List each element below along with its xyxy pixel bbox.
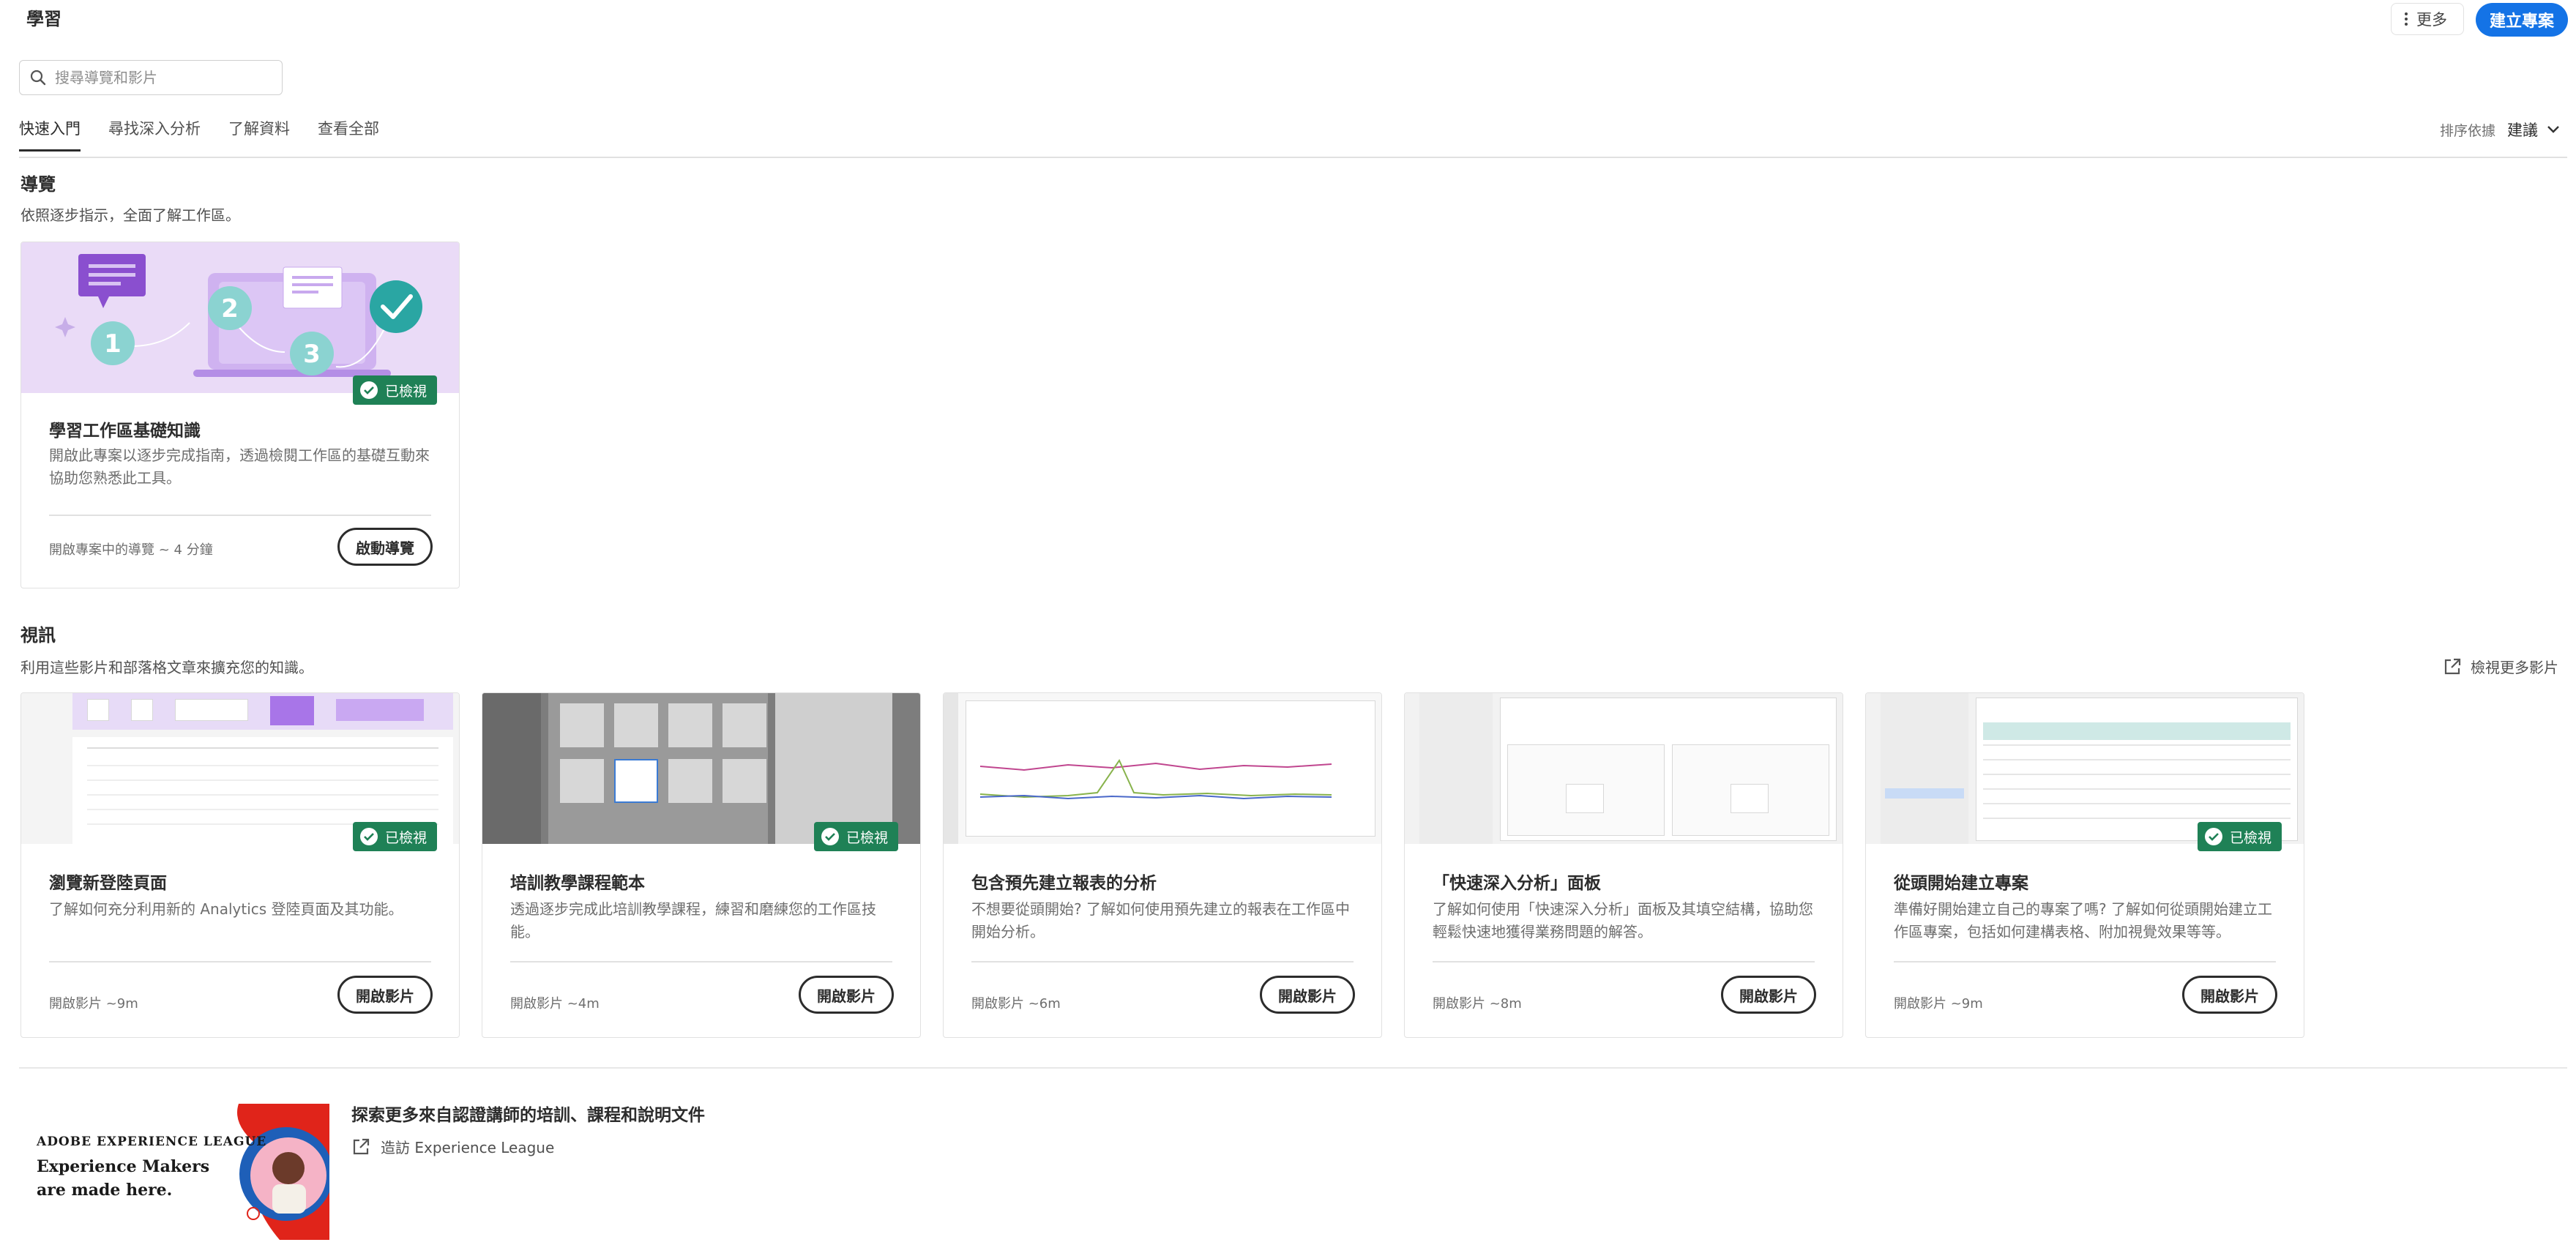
video-card-divider: [1894, 961, 2276, 962]
tour-illustration: 1 2 3: [55, 254, 422, 377]
video-card-meta: 開啟影片 ~9m: [1894, 996, 1983, 1012]
video-card-description: 了解如何充分利用新的 Analytics 登陸頁面及其功能。: [49, 900, 403, 918]
video-card[interactable]: 已檢視 從頭開始建立專案 準備好開始建立自己的專案了嗎? 了解如何從頭開始建立工…: [1865, 692, 2304, 1038]
tab-getting-started[interactable]: 快速入門: [19, 117, 81, 152]
tours-section-title: 導覽: [20, 174, 56, 195]
video-card-title: 「快速深入分析」面板: [1433, 874, 1601, 893]
tour-card-title: 學習工作區基礎知識: [49, 422, 201, 441]
external-link-icon: [353, 1138, 370, 1154]
tour-thumbnail: 1 2 3: [21, 242, 459, 393]
tour-card-divider: [49, 515, 431, 516]
open-video-button[interactable]: 開啟影片: [2182, 976, 2277, 1014]
more-button[interactable]: 更多: [2391, 3, 2464, 35]
step-1-number: 1: [104, 329, 122, 359]
explore-title: 探索更多來自認證講師的培訓、課程和說明文件: [351, 1106, 705, 1125]
search-field[interactable]: [19, 60, 283, 95]
line-chart-illustration: [979, 758, 1332, 800]
tab-understand-data[interactable]: 了解資料: [228, 117, 290, 152]
visit-experience-league-link[interactable]: 造訪 Experience League: [351, 1136, 554, 1157]
video-card-meta: 開啟影片 ~6m: [971, 996, 1061, 1012]
video-card-description: 透過逐步完成此培訓教學課程，練習和磨練您的工作區技能。: [510, 900, 876, 941]
search-input[interactable]: [55, 69, 275, 86]
tabs-divider: [19, 157, 2567, 158]
banner-brand: ADOBE EXPERIENCE LEAGUE: [37, 1134, 267, 1149]
open-video-button[interactable]: 開啟影片: [1721, 976, 1816, 1014]
visit-experience-league-label: 造訪 Experience League: [381, 1139, 555, 1156]
video-card-description: 準備好開始建立自己的專案了嗎? 了解如何從頭開始建立工作區專案，包括如何建構表格…: [1894, 900, 2272, 941]
video-card-title: 瀏覽新登陸頁面: [49, 874, 167, 893]
tour-card-meta: 開啟專案中的導覽 ~ 4 分鐘: [49, 542, 213, 558]
viewed-badge-label: 已檢視: [384, 829, 427, 846]
open-video-button[interactable]: 開啟影片: [1260, 976, 1355, 1014]
video-card-divider: [1433, 961, 1815, 962]
viewed-badge: 已檢視: [813, 822, 898, 851]
video-thumbnail: [944, 693, 1381, 844]
video-card[interactable]: 「快速深入分析」面板 了解如何使用「快速深入分析」面板及其填空結構，協助您輕鬆快…: [1404, 692, 1843, 1038]
viewed-badge: 已檢視: [2197, 822, 2282, 851]
view-more-videos-label: 檢視更多影片: [2471, 659, 2558, 676]
tab-find-insights[interactable]: 尋找深入分析: [108, 117, 201, 152]
video-card-title: 包含預先建立報表的分析: [971, 874, 1157, 893]
create-project-button[interactable]: 建立專案: [2476, 3, 2568, 37]
video-card-description: 不想要從頭開始? 了解如何使用預先建立的報表在工作區中開始分析。: [971, 900, 1350, 941]
viewed-badge-label: 已檢視: [384, 383, 427, 400]
banner-tagline: Experience Makers are made here.: [37, 1157, 210, 1200]
search-icon: [30, 70, 46, 86]
checkmark-icon: [359, 828, 378, 845]
video-card-meta: 開啟影片 ~4m: [510, 996, 600, 1012]
sort-label: 排序依據: [2439, 122, 2495, 139]
more-button-label: 更多: [2416, 11, 2447, 29]
tour-card-description: 開啟此專案以逐步完成指南，透過檢閱工作區的基礎互動來協助您熟悉此工具。: [49, 446, 430, 487]
step-3-number: 3: [303, 340, 321, 369]
video-card[interactable]: 包含預先建立報表的分析 不想要從頭開始? 了解如何使用預先建立的報表在工作區中開…: [943, 692, 1382, 1038]
video-card-description: 了解如何使用「快速深入分析」面板及其填空結構，協助您輕鬆快速地獲得業務問題的解答…: [1433, 900, 1813, 941]
page-title: 學習: [26, 9, 61, 29]
video-card-divider: [971, 961, 1354, 962]
video-card-divider: [510, 961, 892, 962]
viewed-badge-label: 已檢視: [2229, 829, 2271, 846]
tours-section-description: 依照逐步指示，全面了解工作區。: [20, 206, 240, 224]
more-vertical-icon: [2405, 10, 2409, 28]
section-divider: [19, 1067, 2567, 1069]
sort-value[interactable]: 建議: [2507, 119, 2538, 141]
video-card[interactable]: 已檢視 瀏覽新登陸頁面 了解如何充分利用新的 Analytics 登陸頁面及其功…: [20, 692, 460, 1038]
checkmark-icon: [2204, 828, 2222, 845]
videos-section-title: 視訊: [20, 625, 56, 646]
tab-bar: 快速入門 尋找深入分析 了解資料 查看全部: [19, 117, 407, 152]
viewed-badge: 已檢視: [352, 822, 437, 851]
viewed-badge-label: 已檢視: [845, 829, 888, 846]
tour-card[interactable]: 1 2 3 已檢視 學習工作區基礎知識 開啟此專案以逐步完成指南，透過檢閱工作區…: [20, 242, 460, 588]
external-link-icon: [2444, 658, 2461, 674]
sort-control[interactable]: 排序依據 建議: [2440, 119, 2560, 141]
video-card-title: 從頭開始建立專案: [1894, 874, 2028, 893]
step-2-number: 2: [221, 294, 239, 324]
chevron-down-icon[interactable]: [2547, 125, 2560, 134]
start-tour-button[interactable]: 啟動導覽: [337, 528, 433, 566]
video-card-meta: 開啟影片 ~9m: [49, 996, 138, 1012]
viewed-badge: 已檢視: [352, 375, 437, 405]
checkmark-icon: [359, 381, 378, 399]
video-thumbnail: [1405, 693, 1843, 844]
tab-view-all[interactable]: 查看全部: [318, 117, 379, 152]
video-card-meta: 開啟影片 ~8m: [1433, 996, 1522, 1012]
experience-league-banner[interactable]: ADOBE EXPERIENCE LEAGUE Experience Maker…: [19, 1104, 329, 1240]
view-more-videos-link[interactable]: 檢視更多影片: [2443, 656, 2558, 677]
video-card[interactable]: 已檢視 培訓教學課程範本 透過逐步完成此培訓教學課程，練習和磨練您的工作區技能。…: [482, 692, 921, 1038]
checkmark-icon: [821, 828, 839, 845]
videos-section-description: 利用這些影片和部落格文章來擴充您的知識。: [20, 659, 313, 676]
video-card-divider: [49, 961, 431, 962]
open-video-button[interactable]: 開啟影片: [337, 976, 433, 1014]
open-video-button[interactable]: 開啟影片: [799, 976, 894, 1014]
video-card-title: 培訓教學課程範本: [510, 874, 645, 893]
